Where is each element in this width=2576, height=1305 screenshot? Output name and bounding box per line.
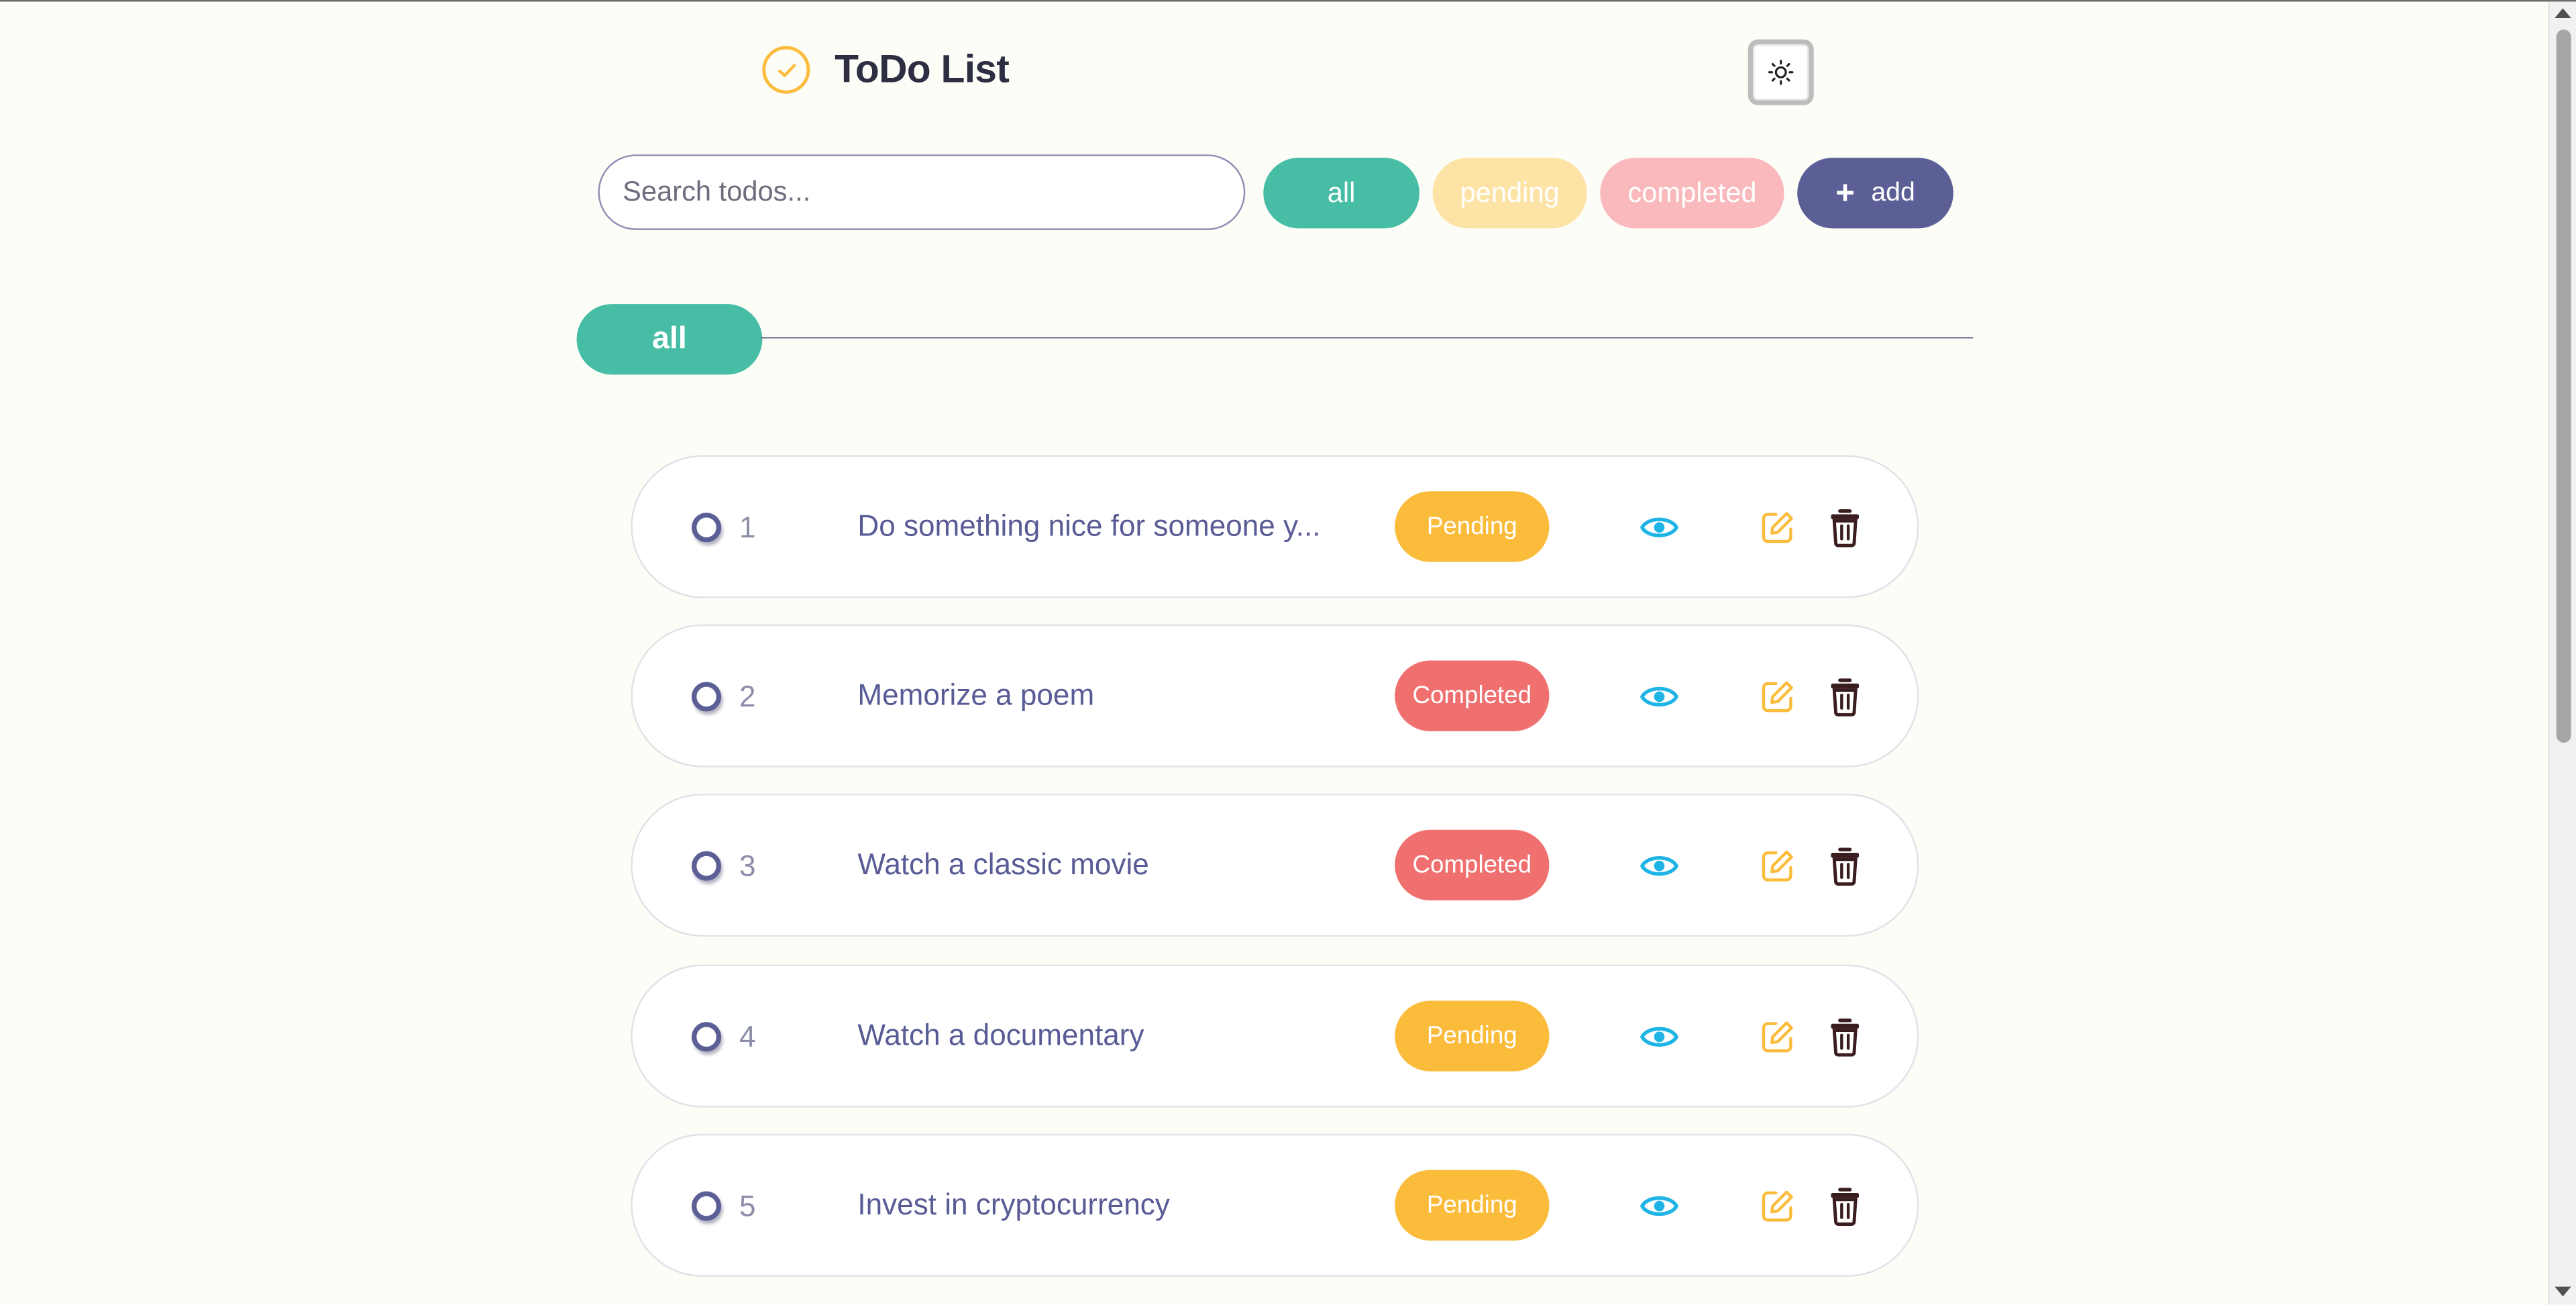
eye-icon[interactable] <box>1638 676 1681 719</box>
edit-icon[interactable] <box>1756 1014 1799 1057</box>
edit-icon[interactable] <box>1756 506 1799 549</box>
todo-checkbox[interactable] <box>692 1191 722 1221</box>
edit-icon[interactable] <box>1756 676 1799 719</box>
todo-number: 2 <box>739 680 756 714</box>
eye-icon[interactable] <box>1638 1014 1681 1057</box>
check-circle-icon <box>762 46 810 94</box>
status-badge[interactable]: Completed <box>1395 660 1550 732</box>
section-divider <box>760 337 1974 339</box>
theme-toggle-button[interactable] <box>1748 39 1814 105</box>
status-badge[interactable]: Completed <box>1395 830 1550 902</box>
todo-title: Watch a documentary <box>857 1018 1144 1051</box>
trash-icon[interactable] <box>1823 1184 1866 1227</box>
trash-icon[interactable] <box>1823 845 1866 888</box>
edit-icon[interactable] <box>1756 845 1799 888</box>
scroll-thumb[interactable] <box>2556 30 2571 743</box>
todo-row[interactable]: 3 Watch a classic movie Completed <box>631 794 1919 937</box>
scroll-up-arrow-icon[interactable] <box>2555 8 2571 18</box>
todo-row[interactable]: 4 Watch a documentary Pending <box>631 963 1919 1107</box>
todo-title: Invest in cryptocurrency <box>857 1188 1170 1221</box>
trash-icon[interactable] <box>1823 676 1866 719</box>
todo-number: 1 <box>739 511 756 544</box>
todo-row[interactable]: 5 Invest in cryptocurrency Pending <box>631 1133 1919 1277</box>
todo-number: 3 <box>739 850 756 884</box>
sun-icon <box>1768 60 1794 85</box>
todo-title: Watch a classic movie <box>857 848 1149 882</box>
status-badge[interactable]: Pending <box>1395 1000 1550 1071</box>
section-label: all <box>576 304 763 375</box>
todo-row[interactable]: 1 Do something nice for someone y... Pendi… <box>631 455 1919 598</box>
todo-checkbox[interactable] <box>692 1021 722 1051</box>
status-badge[interactable]: Pending <box>1395 1169 1550 1241</box>
app-viewport: ToDo List all pending completed + add al… <box>0 0 2576 1305</box>
filter-completed-button[interactable]: completed <box>1600 158 1784 229</box>
todo-checkbox[interactable] <box>692 682 722 712</box>
add-todo-button[interactable]: + add <box>1797 158 1953 229</box>
todo-title: Do something nice for someone y... <box>857 509 1321 543</box>
todo-checkbox[interactable] <box>692 513 722 543</box>
filter-pending-button[interactable]: pending <box>1432 158 1587 229</box>
search-input[interactable] <box>598 154 1246 230</box>
eye-icon[interactable] <box>1638 1184 1681 1227</box>
vertical-scrollbar[interactable] <box>2548 1 2576 1305</box>
trash-icon[interactable] <box>1823 1014 1866 1057</box>
add-button-label: add <box>1871 178 1915 207</box>
status-badge[interactable]: Pending <box>1395 491 1550 562</box>
todo-row[interactable]: 2 Memorize a poem Completed <box>631 625 1919 768</box>
todo-number: 5 <box>739 1189 756 1222</box>
filter-all-button[interactable]: all <box>1263 158 1419 229</box>
page-title: ToDo List <box>835 48 1010 93</box>
edit-icon[interactable] <box>1756 1184 1799 1227</box>
todo-number: 4 <box>739 1019 756 1053</box>
trash-icon[interactable] <box>1823 506 1866 549</box>
eye-icon[interactable] <box>1638 506 1681 549</box>
plus-icon: + <box>1835 174 1855 211</box>
todo-checkbox[interactable] <box>692 851 722 882</box>
todo-title: Memorize a poem <box>857 678 1095 712</box>
eye-icon[interactable] <box>1638 845 1681 888</box>
scroll-down-arrow-icon[interactable] <box>2555 1286 2571 1297</box>
